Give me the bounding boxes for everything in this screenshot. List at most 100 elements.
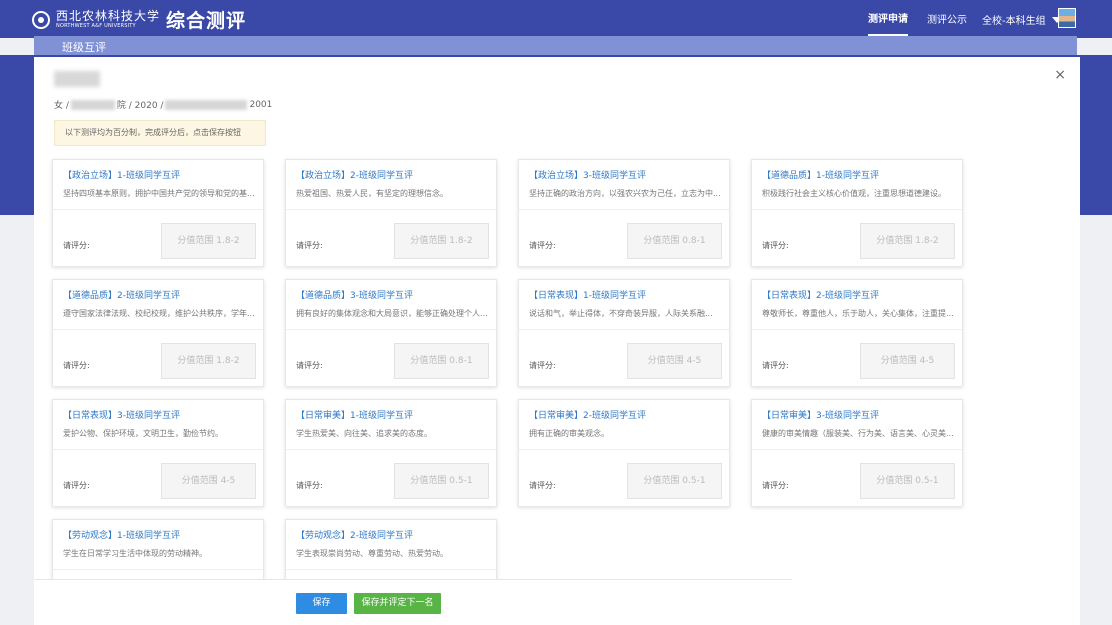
score-input[interactable]: 分值范围 1.8-2 [394, 223, 489, 259]
evaluation-card: 【政治立场】3-班级同学互评 坚持正确的政治方向，以强农兴农为己任，立志为中..… [518, 159, 730, 267]
save-and-next-button[interactable]: 保存并评定下一名 [354, 593, 441, 614]
card-divider [286, 209, 496, 210]
score-label: 请评分: [296, 361, 323, 370]
student-gender: 女 / [54, 101, 69, 111]
score-label: 请评分: [762, 481, 789, 490]
card-description: 学生在日常学习生活中体现的劳动精神。 [63, 549, 207, 558]
card-description: 坚持四项基本原则，拥护中国共产党的领导和党的基... [63, 189, 255, 198]
university-name-en: NORTHWEST A&F UNIVERSITY [56, 23, 136, 29]
card-title: 【日常表现】1-班级同学互评 [529, 291, 646, 301]
card-title: 【日常审美】1-班级同学互评 [296, 411, 413, 421]
evaluation-card: 【政治立场】1-班级同学互评 坚持四项基本原则，拥护中国共产党的领导和党的基..… [52, 159, 264, 267]
score-input[interactable]: 分值范围 0.8-1 [394, 343, 489, 379]
card-description: 说话和气，举止得体，不穿奇装异服，人际关系融... [529, 309, 713, 318]
top-navigation-bar: 西北农林科技大学 NORTHWEST A&F UNIVERSITY 综合测评 测… [0, 0, 1112, 38]
nav-evaluation-public[interactable]: 测评公示 [927, 0, 967, 36]
score-input[interactable]: 分值范围 4-5 [860, 343, 955, 379]
score-label: 请评分: [762, 241, 789, 250]
evaluation-card: 【日常表现】3-班级同学互评 爱护公物、保护环境，文明卫生，勤俭节约。 请评分:… [52, 399, 264, 507]
score-input[interactable]: 分值范围 1.8-2 [161, 343, 256, 379]
card-description: 热爱祖国、热爱人民，有坚定的理想信念。 [296, 189, 448, 198]
card-divider [286, 569, 496, 570]
role-label: 全校-本科生组 [982, 16, 1046, 27]
card-divider [286, 449, 496, 450]
card-title: 【道德品质】2-班级同学互评 [63, 291, 180, 301]
card-description: 学生热爱美、向往美、追求美的态度。 [296, 429, 432, 438]
card-title: 【日常表现】3-班级同学互评 [63, 411, 180, 421]
card-divider [53, 449, 263, 450]
card-divider [752, 209, 962, 210]
card-description: 学生表现崇尚劳动、尊重劳动、热爱劳动。 [296, 549, 448, 558]
student-college-year: 院 / 2020 / [116, 101, 164, 111]
page-subtitle: 班级互评 [62, 41, 106, 54]
card-divider [286, 329, 496, 330]
card-title: 【政治立场】2-班级同学互评 [296, 171, 413, 181]
card-title: 【劳动观念】1-班级同学互评 [63, 531, 180, 541]
role-dropdown[interactable]: 全校-本科生组 [982, 12, 1062, 27]
student-info: 女 / 院 / 2020 / 2001 [54, 98, 272, 111]
score-input[interactable]: 分值范围 0.8-1 [627, 223, 722, 259]
save-button[interactable]: 保存 [296, 593, 347, 614]
card-title: 【道德品质】3-班级同学互评 [296, 291, 413, 301]
card-description: 拥有良好的集体观念和大局意识，能够正确处理个人... [296, 309, 488, 318]
card-title: 【道德品质】1-班级同学互评 [762, 171, 879, 181]
score-label: 请评分: [529, 361, 556, 370]
card-divider [752, 329, 962, 330]
card-description: 尊敬师长，尊重他人，乐于助人，关心集体，注重提... [762, 309, 954, 318]
score-label: 请评分: [63, 481, 90, 490]
evaluation-card: 【道德品质】1-班级同学互评 积极践行社会主义核心价值观，注重思想道德建设。 请… [751, 159, 963, 267]
nav-evaluation-apply[interactable]: 测评申请 [868, 0, 908, 36]
card-title: 【日常表现】2-班级同学互评 [762, 291, 879, 301]
card-description: 爱护公物、保护环境，文明卫生，勤俭节约。 [63, 429, 223, 438]
card-divider [519, 449, 729, 450]
score-input[interactable]: 分值范围 1.8-2 [161, 223, 256, 259]
university-name-cn: 西北农林科技大学 [56, 9, 161, 23]
evaluation-card: 【日常审美】2-班级同学互评 拥有正确的审美观念。 请评分: 分值范围 0.5-… [518, 399, 730, 507]
score-input[interactable]: 分值范围 1.8-2 [860, 223, 955, 259]
score-label: 请评分: [296, 241, 323, 250]
score-label: 请评分: [762, 361, 789, 370]
score-input[interactable]: 分值范围 4-5 [161, 463, 256, 499]
system-title: 综合测评 [166, 10, 247, 32]
evaluation-card: 【日常审美】1-班级同学互评 学生热爱美、向往美、追求美的态度。 请评分: 分值… [285, 399, 497, 507]
score-label: 请评分: [296, 481, 323, 490]
score-label: 请评分: [529, 241, 556, 250]
card-title: 【政治立场】1-班级同学互评 [63, 171, 180, 181]
university-seal-icon [32, 10, 50, 29]
card-divider [752, 449, 962, 450]
evaluation-card: 【政治立场】2-班级同学互评 热爱祖国、热爱人民，有坚定的理想信念。 请评分: … [285, 159, 497, 267]
card-description: 积极践行社会主义核心价值观，注重思想道德建设。 [762, 189, 946, 198]
peer-evaluation-modal: × 女 / 院 / 2020 / 2001 以下测评均为百分制，完成评分后，点击… [34, 57, 1080, 625]
user-avatar[interactable] [1058, 8, 1076, 28]
evaluation-card: 【道德品质】3-班级同学互评 拥有良好的集体观念和大局意识，能够正确处理个人..… [285, 279, 497, 387]
student-id-suffix: 2001 [249, 99, 273, 110]
card-title: 【日常审美】2-班级同学互评 [529, 411, 646, 421]
score-label: 请评分: [63, 241, 90, 250]
student-name-redacted [54, 71, 100, 87]
evaluation-card: 【日常表现】1-班级同学互评 说话和气，举止得体，不穿奇装异服，人际关系融...… [518, 279, 730, 387]
card-title: 【日常审美】3-班级同学互评 [762, 411, 879, 421]
evaluation-card: 【日常表现】2-班级同学互评 尊敬师长，尊重他人，乐于助人，关心集体，注重提..… [751, 279, 963, 387]
card-description: 健康的审美情趣（服装美、行为美、语言美、心灵美... [762, 429, 954, 438]
card-description: 遵守国家法律法规、校纪校规，维护公共秩序，学年... [63, 309, 255, 318]
score-input[interactable]: 分值范围 0.5-1 [860, 463, 955, 499]
score-label: 请评分: [63, 361, 90, 370]
redacted-college [70, 99, 115, 110]
modal-footer: 保存 保存并评定下一名 [34, 579, 792, 625]
score-input[interactable]: 分值范围 0.5-1 [394, 463, 489, 499]
card-description: 拥有正确的审美观念。 [529, 429, 609, 438]
university-logo[interactable]: 西北农林科技大学 NORTHWEST A&F UNIVERSITY 综合测评 [32, 6, 246, 33]
score-input[interactable]: 分值范围 4-5 [627, 343, 722, 379]
card-description: 坚持正确的政治方向，以强农兴农为己任，立志为中... [529, 189, 721, 198]
evaluation-card: 【日常审美】3-班级同学互评 健康的审美情趣（服装美、行为美、语言美、心灵美..… [751, 399, 963, 507]
card-divider [519, 329, 729, 330]
score-input[interactable]: 分值范围 0.5-1 [627, 463, 722, 499]
sub-header: 班级互评 [34, 36, 1077, 55]
evaluation-card: 【道德品质】2-班级同学互评 遵守国家法律法规、校纪校规，维护公共秩序，学年..… [52, 279, 264, 387]
card-divider [53, 209, 263, 210]
instruction-notice: 以下测评均为百分制，完成评分后，点击保存按钮 [54, 120, 266, 146]
card-divider [53, 329, 263, 330]
card-title: 【政治立场】3-班级同学互评 [529, 171, 646, 181]
close-icon[interactable]: × [1054, 67, 1066, 83]
score-label: 请评分: [529, 481, 556, 490]
